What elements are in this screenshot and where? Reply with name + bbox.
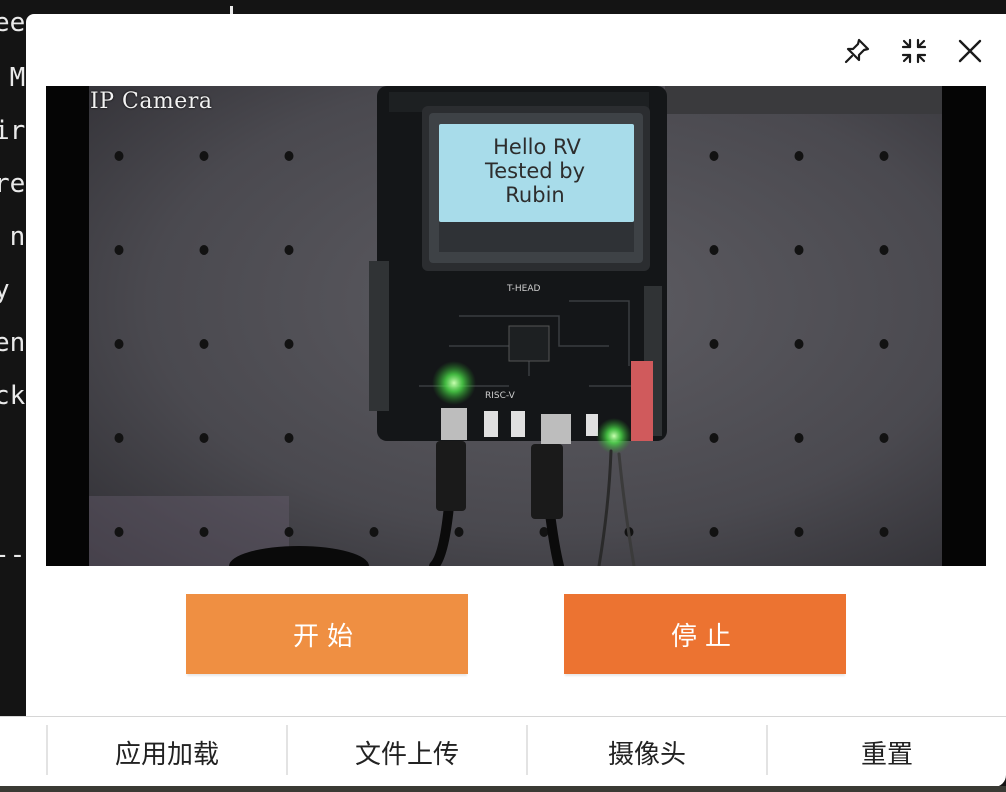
tab-camera[interactable]: 摄像头 [528,717,766,787]
start-button[interactable]: 开始 [186,594,468,674]
camera-overlay-label: IP Camera [90,89,213,114]
camera-feed: Hello RV Tested by Rubin T-HEAD RISC-V I… [46,86,986,566]
terminal-line: ee [0,8,26,38]
stop-button[interactable]: 停止 [564,594,846,674]
terminal-line: n [9,222,26,252]
bottom-tab-bar: 应用加载 文件上传 摄像头 重置 [0,716,1006,787]
camera-popup: Hello RV Tested by Rubin T-HEAD RISC-V I… [26,14,1006,716]
dev-board: Hello RV Tested by Rubin T-HEAD RISC-V [369,86,667,454]
tab-app-load[interactable]: 应用加载 [48,717,286,787]
terminal-line: y [0,275,10,305]
close-icon [958,39,982,63]
lcd-line-2: Tested by [484,159,585,183]
pin-button[interactable] [842,36,872,66]
lcd-line-3: Rubin [505,183,564,207]
board-logo: T-HEAD [506,284,541,294]
tab-reset[interactable]: 重置 [768,717,1006,787]
lcd-line-1: Hello RV [493,135,581,159]
terminal-line: re [0,169,26,199]
desktop-strip [0,786,1006,792]
terminal-line: ir [0,116,26,146]
fullscreen-icon [901,38,927,64]
close-button[interactable] [955,36,985,66]
pin-icon [844,38,870,64]
camera-frame-image: Hello RV Tested by Rubin T-HEAD RISC-V [89,86,942,566]
terminal-line: en [0,328,26,358]
terminal-line: M [9,63,26,93]
board-riscv-logo: RISC-V [485,391,516,401]
terminal-line: -- [0,540,26,570]
fullscreen-button[interactable] [899,36,929,66]
tab-file-upload[interactable]: 文件上传 [288,717,526,787]
terminal-line: ck [0,381,26,411]
